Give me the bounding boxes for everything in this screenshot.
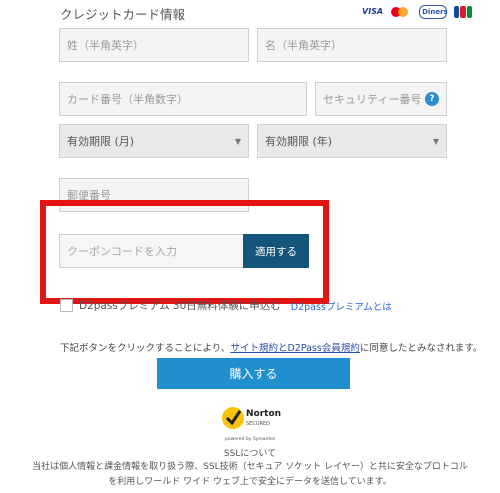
d2pass-terms-link[interactable]: とD2Pass会員規約 — [278, 343, 360, 354]
chevron-down-icon: ▼ — [432, 136, 439, 146]
agreement-prefix: 下記ボタンをクリックすることにより、 — [60, 343, 231, 354]
security-code-field[interactable]: セキュリティー番号 ? — [315, 82, 447, 116]
agreement-suffix: に同意したとみなされます。 — [359, 343, 483, 354]
expiry-month-select[interactable]: 有効期限 (月) ▼ — [59, 124, 249, 158]
site-terms-link[interactable]: サイト規約 — [230, 343, 278, 354]
ssl-heading: SSLについて — [223, 449, 277, 459]
security-code-placeholder: セキュリティー番号 — [323, 93, 422, 106]
apply-coupon-button[interactable]: 適用する — [243, 234, 309, 268]
norton-secured-badge[interactable]: Norton SECURED powered by Symantec — [221, 402, 283, 444]
mastercard-logo-icon — [390, 6, 414, 18]
visa-logo-icon: VISA — [362, 7, 384, 16]
first-name-placeholder: 名（半角英字） — [265, 39, 342, 52]
section-title: クレジットカード情報 — [60, 7, 186, 22]
expiry-year-select[interactable]: 有効期限 (年) ▼ — [257, 124, 447, 158]
premium-info-link[interactable]: D2passプレミアムとは — [291, 299, 392, 313]
card-number-field[interactable]: カード番号（半角数字） — [59, 82, 307, 116]
agreement-text: 下記ボタンをクリックすることにより、サイト規約とD2Pass会員規約に同意したと… — [60, 340, 482, 354]
help-icon[interactable]: ? — [425, 92, 439, 106]
card-number-placeholder: カード番号（半角数字） — [67, 93, 188, 106]
expiry-month-value: 有効期限 (月) — [67, 135, 135, 148]
coupon-input[interactable]: クーポンコードを入力 — [59, 234, 244, 268]
last-name-field[interactable]: 姓（半角英字） — [59, 28, 249, 62]
norton-sub: SECURED — [246, 421, 270, 427]
last-name-placeholder: 姓（半角英字） — [67, 39, 144, 52]
coupon-placeholder: クーポンコードを入力 — [67, 245, 177, 258]
card-brand-logos: VISA Diners — [360, 5, 474, 19]
norton-name: Norton — [246, 409, 281, 419]
norton-powered: powered by Symantec — [225, 436, 276, 442]
norton-logo-icon: Norton SECURED powered by Symantec — [222, 407, 281, 442]
premium-option[interactable]: D2passプレミアム 30日無料体験に申込む D2passプレミアムとは — [60, 298, 392, 313]
diners-logo-icon: Diners — [419, 5, 448, 19]
premium-checkbox[interactable] — [60, 299, 73, 312]
premium-label: D2passプレミアム 30日無料体験に申込む — [79, 300, 281, 312]
expiry-year-value: 有効期限 (年) — [265, 135, 333, 148]
ssl-description: 当社は個人情報と課金情報を取り扱う際、SSL技術（セキュア ソケット レイヤー）… — [32, 462, 468, 487]
purchase-button[interactable]: 購入する — [157, 358, 350, 389]
first-name-field[interactable]: 名（半角英字） — [257, 28, 447, 62]
chevron-down-icon: ▼ — [234, 136, 241, 146]
jcb-logo-icon — [452, 6, 474, 18]
